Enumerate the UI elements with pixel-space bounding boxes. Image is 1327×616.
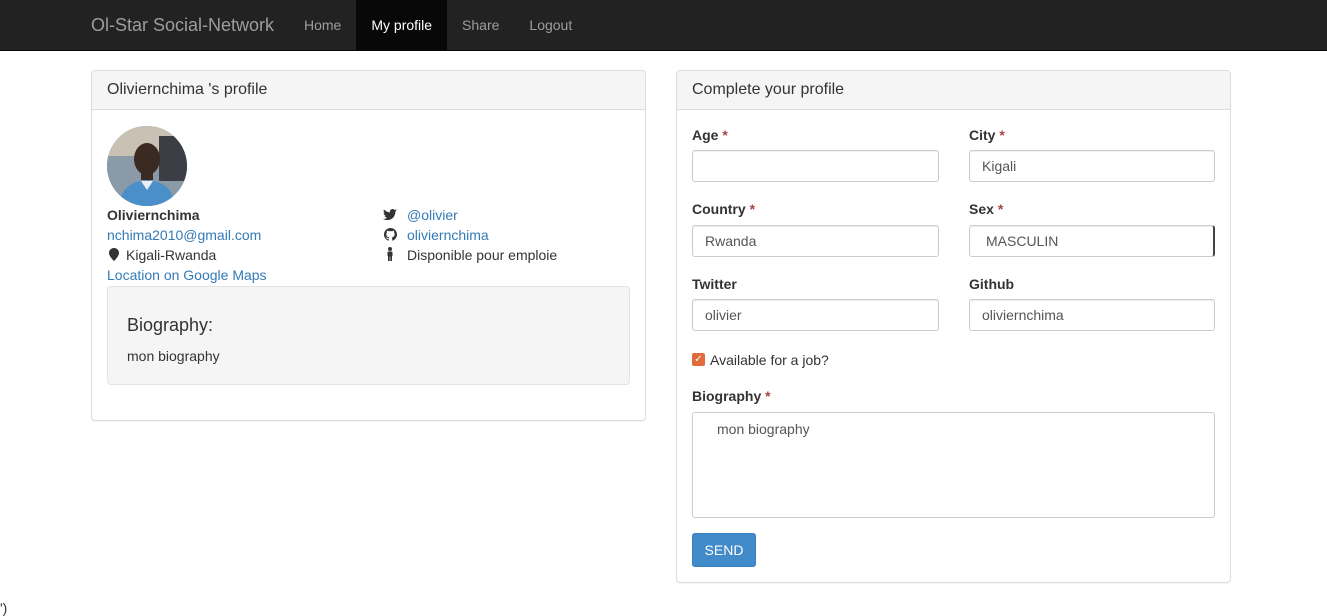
profile-job-status: Disponible pour emploie — [383, 245, 557, 265]
person-icon — [383, 246, 397, 266]
google-maps-link[interactable]: Location on Google Maps — [107, 265, 267, 285]
required-mark: * — [749, 201, 756, 217]
profile-email-link[interactable]: nchima2010@gmail.com — [107, 225, 261, 245]
required-mark: * — [997, 201, 1004, 217]
twitter-label: Twitter — [692, 276, 737, 292]
github-icon — [383, 226, 397, 246]
country-input[interactable]: Rwanda — [692, 225, 939, 257]
twitter-input[interactable]: olivier — [692, 299, 939, 331]
profile-twitter: @olivier — [383, 205, 458, 225]
biography-label: Biography * — [692, 388, 771, 404]
nav-my-profile[interactable]: My profile — [356, 0, 448, 50]
profile-location-text: Kigali-Rwanda — [126, 247, 217, 263]
country-label: Country * — [692, 201, 755, 217]
main-nav: Home My profile Share Logout — [289, 0, 587, 50]
nav-home[interactable]: Home — [289, 0, 356, 50]
github-link[interactable]: oliviernchima — [407, 227, 489, 243]
biography-box: Biography: mon biography — [107, 286, 630, 385]
required-mark: * — [999, 127, 1005, 143]
sex-label-text: Sex — [969, 201, 994, 217]
stray-text: ') — [0, 600, 8, 616]
send-button[interactable]: SEND — [692, 533, 756, 567]
complete-profile-panel: Complete your profile Age * City * Kigal… — [676, 70, 1231, 583]
biography-textarea[interactable]: mon biography — [692, 412, 1215, 518]
age-label: Age * — [692, 127, 728, 143]
map-marker-icon — [107, 246, 121, 266]
top-navbar: Ol-Star Social-Network Home My profile S… — [0, 0, 1327, 51]
profile-location: Kigali-Rwanda — [107, 245, 216, 265]
age-input[interactable] — [692, 150, 939, 182]
profile-github: oliviernchima — [383, 225, 489, 245]
brand-link[interactable]: Ol-Star Social-Network — [91, 0, 274, 50]
biography-label-text: Biography — [692, 388, 762, 404]
sex-select[interactable]: MASCULIN — [969, 225, 1215, 257]
avatar — [107, 126, 187, 206]
country-label-text: Country — [692, 201, 746, 217]
nav-logout[interactable]: Logout — [514, 0, 587, 50]
nav-share[interactable]: Share — [447, 0, 514, 50]
complete-profile-heading: Complete your profile — [677, 71, 1230, 110]
biography-title: Biography: — [127, 315, 214, 335]
job-checkbox-label[interactable]: Available for a job? — [710, 352, 829, 368]
job-checkbox[interactable]: ✓ — [692, 353, 705, 366]
city-input[interactable]: Kigali — [969, 150, 1215, 182]
profile-panel: Oliviernchima 's profile Oliviernchima n… — [91, 70, 646, 421]
required-mark: * — [765, 388, 771, 404]
twitter-icon — [383, 206, 397, 226]
github-label: Github — [969, 276, 1015, 292]
profile-panel-heading: Oliviernchima 's profile — [92, 71, 645, 110]
sex-label: Sex * — [969, 201, 1003, 217]
github-input[interactable]: oliviernchima — [969, 299, 1215, 331]
twitter-link[interactable]: @olivier — [407, 207, 458, 223]
age-label-text: Age — [692, 127, 719, 143]
city-label: City * — [969, 127, 1005, 143]
biography-text: mon biography — [127, 348, 220, 364]
job-status-text: Disponible pour emploie — [407, 247, 558, 263]
profile-name: Oliviernchima — [107, 207, 200, 223]
required-mark: * — [722, 127, 728, 143]
city-label-text: City — [969, 127, 996, 143]
